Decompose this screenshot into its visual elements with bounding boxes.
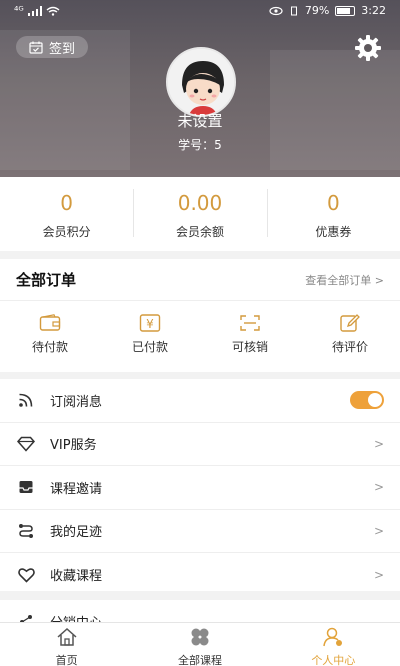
menu-label: VIP服务	[50, 438, 97, 454]
view-all-orders-link[interactable]: 查看全部订单 >	[305, 272, 384, 288]
yuan-icon: ¥	[139, 314, 161, 332]
menu-item-my-footprints[interactable]: 我的足迹 >	[0, 510, 400, 553]
settings-gear-icon[interactable]	[352, 32, 384, 64]
scan-icon	[240, 315, 260, 331]
signal-indicator: ⁴ᴳ	[14, 4, 24, 17]
route-icon	[16, 521, 36, 541]
rss-icon	[16, 390, 36, 410]
menu-item-favorite-courses[interactable]: 收藏课程 >	[0, 553, 400, 597]
clover-icon	[191, 628, 209, 646]
user-icon	[323, 627, 343, 647]
order-label: 待付款	[31, 340, 68, 354]
menu-item-subscribe-messages[interactable]: 订阅消息	[0, 379, 400, 423]
member-stats: 0 会员积分 0.00 会员余额 0 优惠券	[0, 177, 400, 251]
signal-bars-icon	[27, 5, 42, 16]
eye-icon	[269, 6, 283, 15]
tab-all-courses[interactable]: 全部课程	[133, 623, 266, 666]
calendar-check-icon	[29, 41, 43, 54]
wallet-icon	[39, 314, 61, 331]
username: 未设置	[177, 112, 223, 130]
inbox-icon	[16, 477, 36, 497]
battery-icon	[335, 5, 356, 16]
order-label: 已付款	[131, 340, 168, 354]
edit-icon	[340, 314, 360, 332]
tab-label: 首页	[55, 654, 78, 666]
menu-label: 订阅消息	[50, 394, 103, 410]
clock: 3:22	[361, 4, 386, 17]
tab-label: 个人中心	[311, 654, 356, 666]
settings-menu: 订阅消息 VIP服务 > 课程邀请 > 我的足迹 > 收藏课程 >	[0, 379, 400, 591]
profile-header: ⁴ᴳ 79% 3:22 签到 未设置 学号：5	[0, 0, 400, 177]
tab-label: 全部课程	[177, 654, 222, 666]
orders-section: 全部订单 查看全部订单 > 待付款 ¥ 已付款 可核销 待评价	[0, 259, 400, 372]
diamond-icon	[16, 434, 36, 454]
order-label: 可核销	[231, 340, 268, 354]
order-redeemable[interactable]: 可核销	[200, 301, 300, 371]
avatar[interactable]	[166, 47, 236, 117]
stat-label: 会员积分	[42, 225, 91, 239]
orders-row: 待付款 ¥ 已付款 可核销 待评价	[0, 301, 400, 371]
status-bar: ⁴ᴳ 79% 3:22	[0, 0, 400, 22]
menu-item-vip-service[interactable]: VIP服务 >	[0, 423, 400, 466]
stat-balance[interactable]: 0.00 会员余额	[133, 177, 266, 251]
chevron-right-icon: >	[373, 567, 384, 582]
cartoon-girl-avatar-icon	[168, 49, 234, 115]
orders-header: 全部订单 查看全部订单 >	[0, 259, 400, 301]
home-icon	[57, 627, 77, 646]
heart-icon	[16, 565, 36, 585]
chevron-right-icon: >	[373, 523, 384, 538]
bottom-tab-bar: 首页 全部课程 个人中心	[0, 622, 400, 666]
menu-label: 课程邀请	[50, 481, 103, 497]
stat-label: 优惠券	[315, 225, 352, 239]
order-pending-payment[interactable]: 待付款	[0, 301, 100, 371]
menu-label: 收藏课程	[50, 569, 103, 585]
tab-personal-center[interactable]: 个人中心	[267, 623, 400, 666]
checkin-button[interactable]: 签到	[16, 36, 88, 58]
stat-coupons[interactable]: 0 优惠券	[266, 177, 400, 251]
vibrate-icon	[290, 6, 297, 15]
tab-home[interactable]: 首页	[0, 623, 133, 666]
wifi-icon	[46, 6, 60, 16]
order-label: 待评价	[331, 340, 368, 354]
stat-label: 会员余额	[175, 225, 224, 239]
stat-points[interactable]: 0 会员积分	[0, 177, 133, 251]
orders-title: 全部订单	[16, 271, 77, 289]
student-number: 学号：5	[178, 138, 222, 152]
checkin-label: 签到	[48, 41, 75, 57]
menu-item-course-invite[interactable]: 课程邀请 >	[0, 466, 400, 510]
svg-text:¥: ¥	[146, 317, 154, 331]
menu-label: 我的足迹	[50, 525, 103, 541]
chevron-right-icon: >	[373, 480, 384, 495]
battery-percent: 79%	[304, 4, 330, 17]
stat-value: 0	[326, 191, 340, 215]
subscribe-toggle[interactable]	[350, 391, 384, 410]
stat-value: 0	[60, 191, 74, 215]
order-to-review[interactable]: 待评价	[300, 301, 400, 371]
chevron-right-icon: >	[373, 436, 384, 451]
order-paid[interactable]: ¥ 已付款	[100, 301, 200, 371]
stat-value: 0.00	[177, 191, 223, 215]
